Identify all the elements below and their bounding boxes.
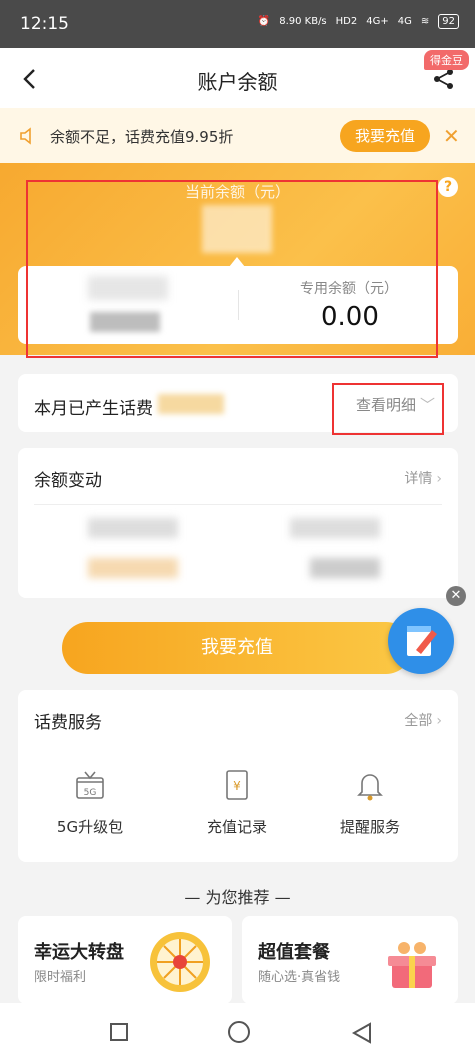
net-speed: 8.90 KB/s — [279, 16, 327, 27]
balance-changes-title: 余额变动 — [34, 471, 102, 491]
chevron-right-icon: › — [436, 713, 442, 729]
gold-bean-badge[interactable]: 得金豆 — [424, 50, 469, 70]
close-float-icon[interactable]: ✕ — [446, 586, 466, 606]
balance-changes-card: 余额变动 详情 › — [18, 448, 458, 598]
masked-change-1 — [88, 518, 178, 538]
notepad-pencil-icon — [407, 626, 437, 656]
floating-assistant-button[interactable] — [388, 608, 454, 674]
home-icon[interactable] — [228, 1021, 250, 1043]
promo-value-plan[interactable]: 超值套餐 随心选·真省钱 — [242, 916, 458, 1004]
promo-title: 超值套餐 — [258, 942, 330, 963]
prize-wheel-icon — [150, 932, 210, 992]
divider — [34, 504, 442, 505]
recent-apps-icon[interactable] — [110, 1023, 128, 1041]
gift-box-icon — [388, 942, 436, 988]
gift-5g-icon: 5G — [76, 771, 104, 799]
help-icon[interactable]: ? — [438, 177, 458, 197]
notice-recharge-button[interactable]: 我要充值 — [340, 120, 430, 152]
close-icon[interactable]: ✕ — [443, 124, 460, 148]
balance-changes-link-label: 详情 — [404, 471, 433, 487]
masked-month-amount — [158, 394, 224, 414]
battery-indicator: 92 — [438, 14, 459, 29]
speaker-icon — [20, 127, 31, 145]
services-all-link[interactable]: 全部 › — [404, 710, 442, 730]
highlight-box-details — [332, 383, 444, 435]
service-label: 5G升级包 — [56, 818, 124, 836]
receipt-yen-icon: ¥ — [226, 770, 248, 800]
hd-indicator: HD2 — [335, 16, 358, 27]
service-item-5g[interactable]: 5G 5G升级包 — [30, 768, 150, 837]
back-triangle-icon[interactable] — [350, 1021, 374, 1045]
system-nav-bar — [0, 1003, 475, 1059]
signal-1: 4G+ — [366, 16, 389, 27]
masked-change-2 — [88, 558, 178, 578]
svg-text:5G: 5G — [84, 788, 97, 798]
promo-subtitle: 限时福利 — [34, 970, 87, 985]
services-title: 话费服务 — [34, 713, 102, 733]
promo-subtitle: 随心选·真省钱 — [258, 970, 341, 985]
service-item-reminder[interactable]: 提醒服务 — [310, 768, 430, 837]
signal-2: 4G — [397, 16, 412, 27]
wifi-icon: ≋ — [420, 16, 430, 27]
masked-change-3 — [290, 518, 380, 538]
service-item-records[interactable]: ¥ 充值记录 — [177, 768, 297, 837]
promo-title: 幸运大转盘 — [34, 942, 124, 963]
notice-text: 余额不足，话费充值9.95折 — [50, 128, 234, 146]
recommend-heading: — 为您推荐 — — [184, 888, 291, 907]
svg-text:¥: ¥ — [233, 779, 241, 793]
services-all-label: 全部 — [404, 713, 433, 729]
month-charges-text: 本月已产生话费 — [34, 399, 153, 419]
nav-bar: 账户余额 — [0, 48, 475, 108]
service-label: 充值记录 — [206, 818, 267, 836]
promo-lucky-wheel[interactable]: 幸运大转盘 限时福利 — [18, 916, 232, 1004]
highlight-box-balance — [26, 180, 438, 358]
masked-change-4 — [310, 558, 380, 578]
status-time: 12:15 — [20, 14, 69, 34]
alarm-icon: ⏰ — [257, 16, 271, 27]
notice-bar: 余额不足，话费充值9.95折 我要充值 ✕ — [0, 108, 475, 163]
status-bar: 12:15 ⏰ 8.90 KB/s HD2 4G+ 4G ≋ 92 — [0, 0, 475, 48]
balance-changes-more[interactable]: 详情 › — [404, 468, 442, 488]
bell-icon — [357, 774, 383, 801]
recharge-button[interactable]: 我要充值 — [62, 622, 412, 674]
status-icons: ⏰ 8.90 KB/s HD2 4G+ 4G ≋ 92 — [258, 14, 459, 29]
service-label: 提醒服务 — [339, 818, 400, 836]
page-title: 账户余额 — [197, 70, 278, 94]
chevron-right-icon: › — [436, 471, 442, 487]
